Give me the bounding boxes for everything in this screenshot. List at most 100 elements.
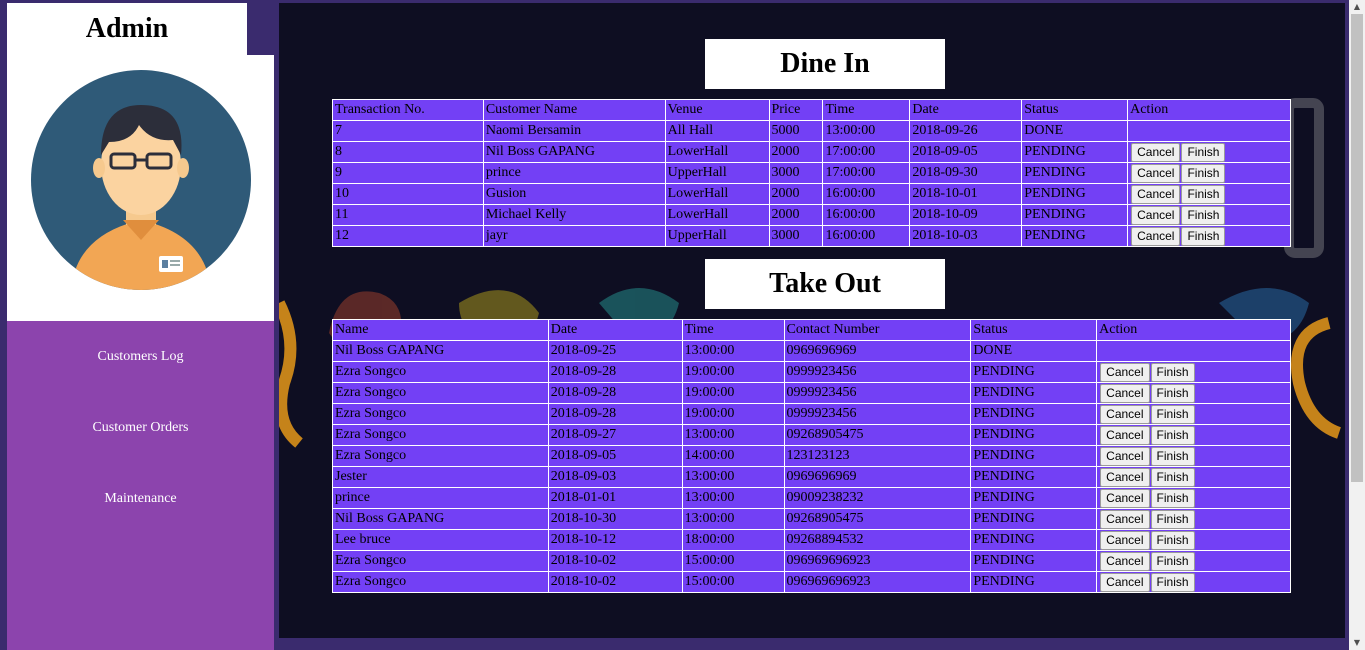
contact-number-cell: 09268905475 <box>783 424 972 446</box>
date-cell: 2018-09-05 <box>547 445 683 467</box>
date-cell: 2018-10-01 <box>909 183 1023 205</box>
contact-number-cell: 0969696969 <box>783 466 972 488</box>
name-cell: Nil Boss GAPANG <box>332 340 549 362</box>
transaction-no-cell: 9 <box>332 162 484 184</box>
scroll-thumb[interactable] <box>1351 14 1363 482</box>
finish-button[interactable]: Finish <box>1150 362 1195 382</box>
finish-button[interactable]: Finish <box>1150 551 1195 571</box>
action-cell: Cancel Finish <box>1127 225 1291 247</box>
cancel-button[interactable]: Cancel <box>1100 572 1150 592</box>
finish-button[interactable]: Finish <box>1181 226 1226 246</box>
price-cell: 3000 <box>768 162 824 184</box>
date-cell: 2018-09-28 <box>547 403 683 425</box>
finish-button[interactable]: Finish <box>1150 509 1195 529</box>
finish-button[interactable]: Finish <box>1181 205 1226 225</box>
cancel-button[interactable]: Cancel <box>1100 446 1150 466</box>
col-name: Name <box>332 319 549 341</box>
price-cell: 3000 <box>768 225 824 247</box>
admin-title: Admin <box>7 3 247 55</box>
date-cell: 2018-09-03 <box>547 466 683 488</box>
name-cell: Ezra Songco <box>332 550 549 572</box>
time-cell: 13:00:00 <box>681 508 785 530</box>
finish-button[interactable]: Finish <box>1181 142 1226 162</box>
date-cell: 2018-09-26 <box>909 120 1023 142</box>
status-cell: DONE <box>970 340 1098 362</box>
action-cell: Cancel Finish <box>1096 424 1291 446</box>
table-row: 8 Nil Boss GAPANG LowerHall 2000 17:00:00 201… <box>332 141 1291 163</box>
status-cell: PENDING <box>1021 225 1129 247</box>
date-cell: 2018-10-30 <box>547 508 683 530</box>
action-cell: Cancel Finish <box>1096 361 1291 383</box>
finish-button[interactable]: Finish <box>1150 383 1195 403</box>
table-row: Ezra Songco 2018-09-05 14:00:00 123123123 PE… <box>332 445 1291 467</box>
time-cell: 13:00:00 <box>681 340 785 362</box>
menu-customers-log[interactable]: Customers Log <box>7 349 274 365</box>
cancel-button[interactable]: Cancel <box>1131 184 1181 204</box>
col-price: Price <box>768 99 824 121</box>
status-cell: PENDING <box>970 529 1098 551</box>
transaction-no-cell: 11 <box>332 204 484 226</box>
status-cell: PENDING <box>1021 183 1129 205</box>
vertical-scrollbar[interactable]: ▲ ▼ <box>1349 0 1365 650</box>
table-row: Lee bruce 2018-10-12 18:00:00 09268894532 PE… <box>332 529 1291 551</box>
col-contact-number: Contact Number <box>783 319 972 341</box>
contact-number-cell: 096969696923 <box>783 571 972 593</box>
cancel-button[interactable]: Cancel <box>1100 551 1150 571</box>
finish-button[interactable]: Finish <box>1181 163 1226 183</box>
cancel-button[interactable]: Cancel <box>1131 142 1181 162</box>
contact-number-cell: 0999923456 <box>783 382 972 404</box>
status-cell: PENDING <box>970 466 1098 488</box>
status-cell: PENDING <box>970 487 1098 509</box>
finish-button[interactable]: Finish <box>1150 488 1195 508</box>
cancel-button[interactable]: Cancel <box>1100 383 1150 403</box>
menu-customer-orders[interactable]: Customer Orders <box>7 420 274 436</box>
contact-number-cell: 09009238232 <box>783 487 972 509</box>
menu-maintenance[interactable]: Maintenance <box>7 491 274 507</box>
finish-button[interactable]: Finish <box>1150 572 1195 592</box>
table-row: Jester 2018-09-03 13:00:00 0969696969 PENDIN… <box>332 466 1291 488</box>
time-cell: 15:00:00 <box>681 550 785 572</box>
col-time: Time <box>681 319 785 341</box>
cancel-button[interactable]: Cancel <box>1100 530 1150 550</box>
cancel-button[interactable]: Cancel <box>1100 509 1150 529</box>
finish-button[interactable]: Finish <box>1150 530 1195 550</box>
price-cell: 5000 <box>768 120 824 142</box>
cancel-button[interactable]: Cancel <box>1100 425 1150 445</box>
cancel-button[interactable]: Cancel <box>1131 163 1181 183</box>
col-status: Status <box>970 319 1098 341</box>
finish-button[interactable]: Finish <box>1150 404 1195 424</box>
cancel-button[interactable]: Cancel <box>1131 205 1181 225</box>
customer-name-cell: jayr <box>482 225 666 247</box>
status-cell: PENDING <box>970 571 1098 593</box>
action-cell <box>1096 340 1291 362</box>
cancel-button[interactable]: Cancel <box>1100 488 1150 508</box>
cancel-button[interactable]: Cancel <box>1100 404 1150 424</box>
finish-button[interactable]: Finish <box>1181 184 1226 204</box>
time-cell: 13:00:00 <box>822 120 911 142</box>
finish-button[interactable]: Finish <box>1150 467 1195 487</box>
time-cell: 13:00:00 <box>681 424 785 446</box>
contact-number-cell: 096969696923 <box>783 550 972 572</box>
status-cell: PENDING <box>970 550 1098 572</box>
table-row: Ezra Songco 2018-09-28 19:00:00 0999923456 P… <box>332 403 1291 425</box>
status-cell: PENDING <box>1021 162 1129 184</box>
finish-button[interactable]: Finish <box>1150 425 1195 445</box>
date-cell: 2018-09-05 <box>909 141 1023 163</box>
name-cell: Lee bruce <box>332 529 549 551</box>
sidebar-menu: Customers Log Customer Orders Maintenanc… <box>7 321 274 650</box>
finish-button[interactable]: Finish <box>1150 446 1195 466</box>
table-row: Ezra Songco 2018-09-28 19:00:00 0999923456 P… <box>332 382 1291 404</box>
time-cell: 15:00:00 <box>681 571 785 593</box>
scroll-up-icon[interactable]: ▲ <box>1349 0 1365 14</box>
scroll-down-icon[interactable]: ▼ <box>1349 636 1365 650</box>
cancel-button[interactable]: Cancel <box>1100 467 1150 487</box>
status-cell: PENDING <box>970 403 1098 425</box>
venue-cell: UpperHall <box>664 162 770 184</box>
cancel-button[interactable]: Cancel <box>1100 362 1150 382</box>
cancel-button[interactable]: Cancel <box>1131 226 1181 246</box>
status-cell: PENDING <box>1021 204 1129 226</box>
action-cell: Cancel Finish <box>1096 382 1291 404</box>
action-cell: Cancel Finish <box>1096 529 1291 551</box>
customer-name-cell: Gusion <box>482 183 666 205</box>
status-cell: DONE <box>1021 120 1129 142</box>
